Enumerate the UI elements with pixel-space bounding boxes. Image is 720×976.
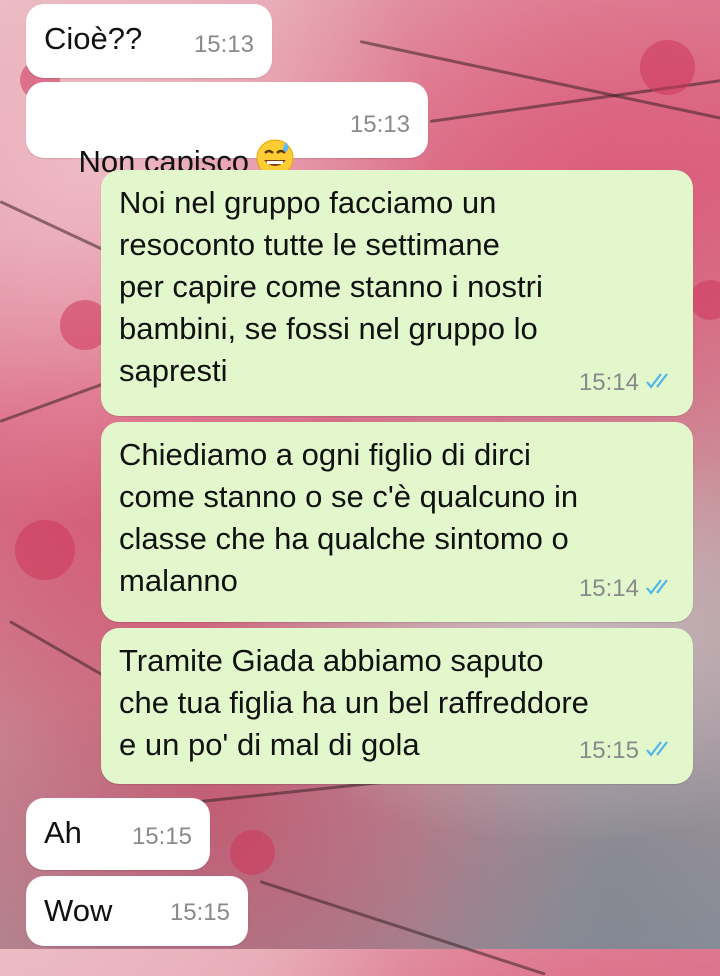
message-time: 15:15 (578, 737, 639, 764)
message-bubble-outgoing[interactable]: Chiediamo a ogni figlio di dirci come st… (101, 422, 693, 622)
read-receipt-icon (645, 568, 675, 610)
message-bubble-outgoing[interactable]: Noi nel gruppo facciamo un resoconto tut… (101, 170, 693, 416)
message-time: 15:14 (578, 369, 639, 396)
message-text: Chiediamo a ogni figlio di dirci come st… (119, 437, 579, 598)
message-text: Tramite Giada abbiamo saputo che tua fig… (119, 643, 589, 762)
message-bubble-incoming[interactable]: Ah 15:15 (26, 798, 210, 870)
message-text: Wow (44, 893, 113, 928)
read-receipt-icon (645, 730, 675, 772)
message-bubble-incoming[interactable]: Non capisco 15:13 (26, 82, 428, 179)
message-time: 15:15 (169, 899, 230, 926)
message-meta: 15:14 (579, 568, 675, 610)
message-meta: 15:14 (579, 362, 675, 404)
message-time: 15:13 (349, 111, 410, 138)
message-text: Noi nel gruppo facciamo un resoconto tut… (119, 185, 543, 388)
message-meta: 15:15 (579, 730, 675, 772)
message-bubble-outgoing[interactable]: Tramite Giada abbiamo saputo che tua fig… (101, 628, 693, 784)
message-text: Ah (44, 815, 82, 850)
message-time: 15:13 (193, 31, 254, 58)
message-bubble-incoming[interactable]: Cioè?? 15:13 (26, 4, 272, 78)
message-bubble-incoming[interactable]: Wow 15:15 (26, 876, 248, 946)
message-time: 15:14 (578, 575, 639, 602)
message-text: Cioè?? (44, 21, 143, 56)
read-receipt-icon (645, 362, 675, 404)
message-time: 15:15 (131, 823, 192, 850)
